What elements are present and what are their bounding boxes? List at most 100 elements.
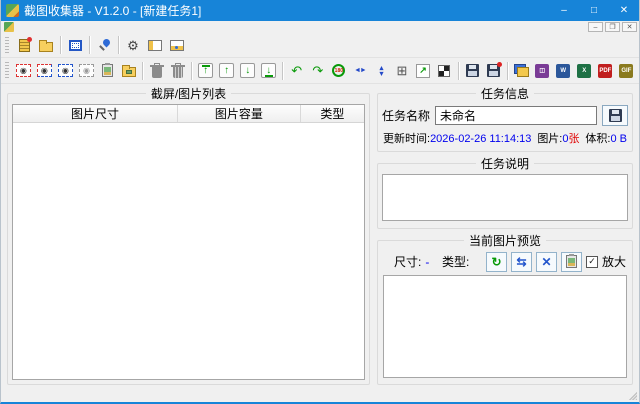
- export-word-button[interactable]: W: [553, 60, 574, 82]
- preview-type-label: 类型:: [442, 253, 469, 270]
- save-image-button[interactable]: [462, 60, 483, 82]
- zoom-checkbox-label: 放大: [602, 253, 626, 270]
- toolbar-separator: [60, 36, 61, 54]
- window-title: 截图收集器 - V1.2.0 - [新建任务1]: [24, 2, 549, 19]
- move-up-button[interactable]: ↑: [216, 60, 237, 82]
- move-down-button[interactable]: ↓: [237, 60, 258, 82]
- screen-capture-button[interactable]: [64, 34, 86, 56]
- mdi-restore-button[interactable]: ❐: [605, 22, 620, 32]
- pin-on-top-button[interactable]: [93, 34, 115, 56]
- copy-preview-icon: [566, 255, 577, 268]
- resize-grip[interactable]: [628, 391, 637, 400]
- screenshot-list[interactable]: 图片尺寸 图片容量 类型: [12, 104, 365, 380]
- mdi-close-button[interactable]: ✕: [622, 22, 637, 32]
- screenshot-list-group: 截屏/图片列表 图片尺寸 图片容量 类型: [7, 85, 370, 385]
- new-task-button[interactable]: [13, 34, 35, 56]
- move-first-button[interactable]: ↑: [195, 60, 216, 82]
- main-content: 截屏/图片列表 图片尺寸 图片容量 类型 任务信息 任务名称: [1, 84, 639, 387]
- flip-horizontal-button[interactable]: ◄►: [349, 60, 370, 82]
- delete-selected-button[interactable]: [146, 60, 167, 82]
- edit-toolbar: ◉ ◉ ◉ ◉ ↑ ↑ ↓ ↓ ↶ ↷ 180 ◄► ◄► ⊞ ↗ ◫ W X …: [1, 58, 639, 84]
- preview-title: 当前图片预览: [464, 232, 546, 249]
- minimize-button[interactable]: –: [549, 0, 579, 21]
- fit-to-window-button[interactable]: ✕: [536, 252, 557, 272]
- paste-clipboard-image-button[interactable]: [97, 60, 118, 82]
- gif-icon: GIF: [619, 64, 633, 78]
- trash-icon: [152, 67, 162, 78]
- refresh-preview-button[interactable]: ↻: [486, 252, 507, 272]
- column-header-capacity[interactable]: 图片容量: [178, 105, 301, 122]
- capture-fullscreen-button[interactable]: ◉: [13, 60, 34, 82]
- toolbar-gripper[interactable]: [5, 62, 9, 79]
- toolbar-separator: [142, 62, 143, 80]
- flip-vertical-button[interactable]: ◄►: [370, 60, 391, 82]
- export-viewer-button[interactable]: ◫: [532, 60, 553, 82]
- move-down-icon: ↓: [240, 63, 255, 78]
- export-collection-button[interactable]: [511, 60, 532, 82]
- sync-preview-button[interactable]: ⇆: [511, 252, 532, 272]
- save-task-icon: [609, 109, 622, 122]
- export-excel-button[interactable]: X: [574, 60, 595, 82]
- maximize-button[interactable]: □: [579, 0, 609, 21]
- resize-image-button[interactable]: ↗: [413, 60, 434, 82]
- capture-fullscreen-icon: ◉: [16, 64, 31, 77]
- open-task-button[interactable]: [35, 34, 57, 56]
- zoom-checkbox[interactable]: ✓: [586, 256, 598, 268]
- settings-button[interactable]: ⚙: [122, 34, 144, 56]
- list-body[interactable]: [13, 123, 364, 379]
- toolbar-separator: [191, 62, 192, 80]
- preview-panel-icon: [170, 40, 184, 51]
- delete-all-button[interactable]: [167, 60, 188, 82]
- list-panel-icon: [148, 40, 162, 51]
- capture-region-button[interactable]: ◉: [55, 60, 76, 82]
- capture-window-button[interactable]: ◉: [34, 60, 55, 82]
- screenshot-list-title: 截屏/图片列表: [146, 85, 231, 102]
- toolbar-separator: [458, 62, 459, 80]
- resize-icon: ↗: [416, 64, 430, 78]
- preview-size-label: 尺寸:: [394, 253, 421, 270]
- close-button[interactable]: ✕: [609, 0, 639, 21]
- move-last-icon: ↓: [261, 63, 276, 78]
- column-header-size[interactable]: 图片尺寸: [13, 105, 178, 122]
- toolbar-gripper[interactable]: [5, 37, 9, 54]
- pdf-icon: PDF: [598, 64, 612, 78]
- preview-area[interactable]: [383, 275, 627, 378]
- export-pdf-button[interactable]: PDF: [595, 60, 616, 82]
- undo-button[interactable]: ↶: [286, 60, 307, 82]
- column-header-type[interactable]: 类型: [301, 105, 364, 122]
- export-gif-button[interactable]: GIF: [616, 60, 637, 82]
- capture-disabled-button[interactable]: ◉: [76, 60, 97, 82]
- task-name-input[interactable]: [435, 106, 597, 125]
- tile-view-icon: ⊞: [397, 64, 408, 77]
- grayscale-button[interactable]: [434, 60, 455, 82]
- undo-icon: ↶: [291, 64, 302, 77]
- task-info-group: 任务信息 任务名称 更新时间:2026-02-26 11:14:13 图片:0张…: [377, 85, 633, 152]
- save-image-as-button[interactable]: [483, 60, 504, 82]
- move-last-button[interactable]: ↓: [258, 60, 279, 82]
- export-viewer-icon: ◫: [535, 64, 549, 78]
- toggle-preview-panel-button[interactable]: [166, 34, 188, 56]
- gear-icon: ⚙: [127, 39, 139, 52]
- new-task-icon: [19, 39, 30, 52]
- trash-all-icon: [173, 67, 183, 78]
- export-collection-icon: [514, 64, 529, 77]
- window-controls: – □ ✕: [549, 0, 639, 21]
- main-toolbar: ⚙: [1, 33, 639, 58]
- app-window: 截图收集器 - V1.2.0 - [新建任务1] – □ ✕ – ❐ ✕ ⚙ ◉…: [0, 0, 640, 404]
- excel-icon: X: [577, 64, 591, 78]
- redo-button[interactable]: ↷: [307, 60, 328, 82]
- mdi-child-icon: [4, 22, 14, 32]
- tile-view-button[interactable]: ⊞: [391, 60, 412, 82]
- import-image-button[interactable]: [118, 60, 139, 82]
- mdi-minimize-button[interactable]: –: [588, 22, 603, 32]
- task-description-input[interactable]: [382, 174, 628, 221]
- sync-icon: ⇆: [516, 256, 526, 268]
- toggle-list-panel-button[interactable]: [144, 34, 166, 56]
- images-unit: 张: [569, 133, 580, 145]
- save-task-button[interactable]: [602, 105, 628, 126]
- task-description-group: 任务说明: [377, 155, 633, 229]
- images-label: 图片:: [537, 133, 562, 145]
- right-panel: 任务信息 任务名称 更新时间:2026-02-26 11:14:13 图片:0张…: [377, 85, 633, 385]
- copy-preview-button[interactable]: [561, 252, 582, 272]
- rotate-180-button[interactable]: 180: [328, 60, 349, 82]
